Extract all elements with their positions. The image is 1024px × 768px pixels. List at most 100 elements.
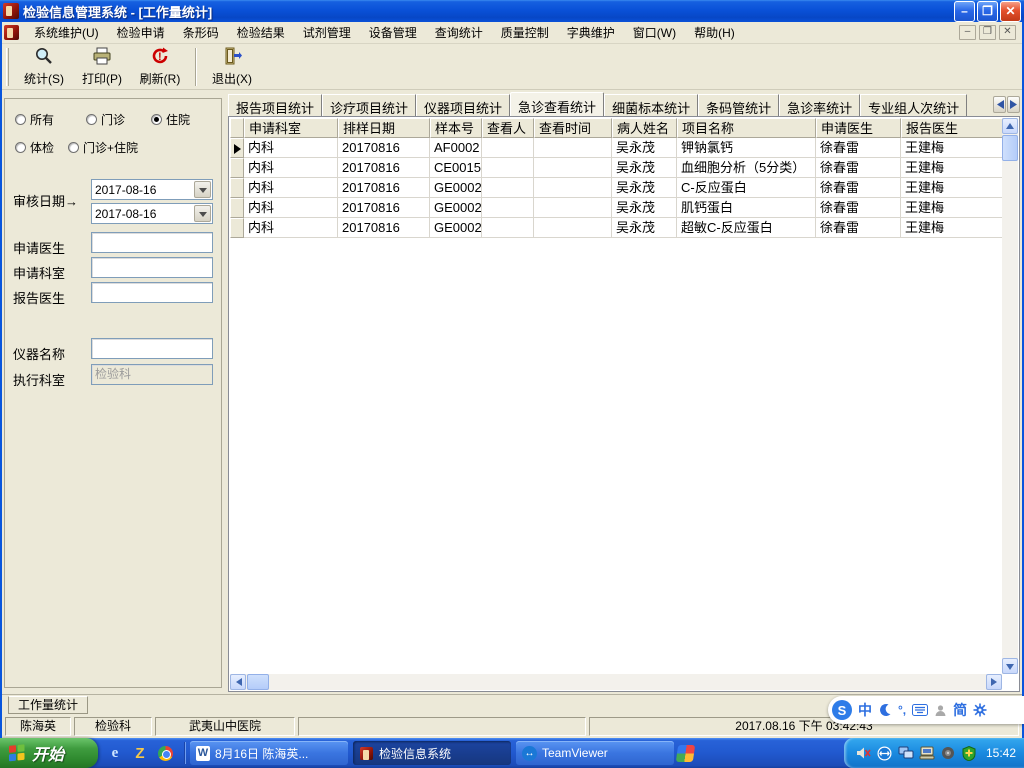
toolbar-separator: [195, 47, 197, 86]
horizontal-scrollbar[interactable]: [230, 674, 1002, 690]
table-row[interactable]: 内科 20170816 GE0002 吴永茂 超敏C-反应蛋白 徐春雷 王建梅: [230, 218, 1006, 238]
table-row[interactable]: 内科 20170816 AF0002 吴永茂 钾钠氯钙 徐春雷 王建梅: [230, 138, 1006, 158]
toolbar-grip[interactable]: [6, 47, 9, 86]
mdi-minimize-button[interactable]: –: [959, 25, 976, 40]
column-header-0[interactable]: 申请科室: [244, 118, 338, 138]
vertical-scrollbar[interactable]: [1002, 118, 1018, 674]
windows-logo-icon: [9, 744, 25, 762]
scroll-left-icon[interactable]: [230, 674, 246, 690]
statistics-button[interactable]: 统计(S): [15, 46, 73, 88]
menu-item-4[interactable]: 试剂管理: [294, 22, 360, 43]
menu-item-1[interactable]: 检验申请: [108, 22, 174, 43]
sogou-input-icon[interactable]: [675, 744, 696, 762]
column-header-3[interactable]: 查看人: [482, 118, 534, 138]
exit-button[interactable]: 退出(X): [203, 46, 261, 88]
radio-circle-icon: [86, 114, 98, 125]
print-button[interactable]: 打印(P): [73, 46, 131, 88]
column-header-7[interactable]: 申请医生: [816, 118, 901, 138]
start-button[interactable]: 开始: [0, 738, 98, 768]
tab-2[interactable]: 仪器项目统计: [416, 94, 511, 116]
internet-explorer-icon[interactable]: e: [106, 744, 124, 762]
soft-keyboard-icon[interactable]: [912, 704, 929, 716]
tab-6[interactable]: 急诊率统计: [779, 94, 861, 116]
teamviewer-tray-icon[interactable]: [877, 745, 893, 761]
ime-punctuation-toggle[interactable]: °,: [898, 704, 906, 716]
tab-scroll-right-button[interactable]: [1007, 96, 1020, 113]
request-dept-input[interactable]: [91, 257, 213, 278]
ime-lang-toggle[interactable]: 中: [858, 703, 872, 717]
restore-button[interactable]: ❐: [977, 0, 998, 22]
scroll-right-icon[interactable]: [986, 674, 1002, 690]
column-header-1[interactable]: 排样日期: [338, 118, 430, 138]
request-doctor-input[interactable]: [91, 232, 213, 253]
table-row[interactable]: 内科 20170816 GE0002 吴永茂 C-反应蛋白 徐春雷 王建梅: [230, 178, 1006, 198]
moon-icon[interactable]: [878, 703, 892, 717]
antivirus-shield-icon[interactable]: [961, 745, 977, 761]
dock-tab-workload[interactable]: 工作量统计: [8, 696, 88, 714]
gear-icon[interactable]: [973, 703, 987, 717]
mdi-close-button[interactable]: ✕: [999, 25, 1016, 40]
table-cell: GE0002: [430, 178, 482, 198]
scroll-up-icon[interactable]: [1002, 118, 1018, 134]
chevron-down-icon[interactable]: [194, 205, 211, 222]
menu-item-6[interactable]: 查询统计: [426, 22, 492, 43]
refresh-button[interactable]: ! 刷新(R): [131, 46, 189, 88]
audit-date-from-combo[interactable]: 2017-08-16: [91, 179, 213, 200]
task-button-word-doc[interactable]: W 8月16日 陈海英...: [190, 741, 348, 765]
menu-item-8[interactable]: 字典维护: [558, 22, 624, 43]
menu-item-9[interactable]: 窗口(W): [624, 22, 685, 43]
column-header-5[interactable]: 病人姓名: [612, 118, 677, 138]
network-icon[interactable]: [898, 745, 914, 761]
scroll-down-icon[interactable]: [1002, 658, 1018, 674]
report-doctor-input[interactable]: [91, 282, 213, 303]
column-header-8[interactable]: 报告医生: [901, 118, 1006, 138]
table-row[interactable]: 内科 20170816 GE0002 吴永茂 肌钙蛋白 徐春雷 王建梅: [230, 198, 1006, 218]
close-button[interactable]: ✕: [1000, 0, 1021, 22]
audit-date-to-combo[interactable]: 2017-08-16: [91, 203, 213, 224]
table-cell: [482, 178, 534, 198]
tab-scroll-left-button[interactable]: [993, 96, 1006, 113]
chrome-icon[interactable]: [156, 744, 174, 762]
remote-desktop-icon[interactable]: [919, 745, 935, 761]
minimize-button[interactable]: –: [954, 0, 975, 22]
table-cell: 20170816: [338, 138, 430, 158]
radio-option-1[interactable]: 门诊: [86, 111, 125, 128]
tab-4[interactable]: 细菌标本统计: [604, 94, 699, 116]
menu-item-7[interactable]: 质量控制: [492, 22, 558, 43]
request-doctor-label: 申请医生: [13, 241, 66, 256]
ime-logo-icon[interactable]: S: [832, 700, 852, 720]
radio-option-0[interactable]: 所有: [15, 111, 54, 128]
menu-item-3[interactable]: 检验结果: [228, 22, 294, 43]
column-header-4[interactable]: 查看时间: [534, 118, 612, 138]
table-cell: 血细胞分析（5分类）: [677, 158, 816, 178]
table-row[interactable]: 内科 20170816 CE0015 吴永茂 血细胞分析（5分类） 徐春雷 王建梅: [230, 158, 1006, 178]
vertical-scroll-thumb[interactable]: [1002, 135, 1018, 161]
tab-5[interactable]: 条码管统计: [698, 94, 780, 116]
radio-option-4[interactable]: 门诊+住院: [68, 139, 138, 156]
column-header-2[interactable]: 样本号: [430, 118, 482, 138]
tab-7[interactable]: 专业组人次统计: [860, 94, 968, 116]
quick-launch-z-icon[interactable]: Z: [131, 744, 149, 762]
menu-item-0[interactable]: 系统维护(U): [25, 22, 108, 43]
tab-3[interactable]: 急诊查看统计: [510, 92, 605, 116]
instrument-name-input[interactable]: [91, 338, 213, 359]
chevron-down-icon[interactable]: [194, 181, 211, 198]
tab-1[interactable]: 诊疗项目统计: [322, 94, 417, 116]
window-title: 检验信息管理系统 - [工作量统计]: [23, 4, 213, 20]
tab-0[interactable]: 报告项目统计: [228, 94, 323, 116]
menu-item-5[interactable]: 设备管理: [360, 22, 426, 43]
speaker-device-icon[interactable]: [940, 745, 956, 761]
ime-simplified-toggle[interactable]: 简: [953, 703, 967, 717]
task-button-teamviewer[interactable]: ↔ TeamViewer: [516, 741, 674, 765]
radio-option-3[interactable]: 体检: [15, 139, 54, 156]
menu-item-10[interactable]: 帮助(H): [685, 22, 744, 43]
column-header-6[interactable]: 项目名称: [677, 118, 816, 138]
menu-item-2[interactable]: 条形码: [174, 22, 228, 43]
table-cell: [482, 218, 534, 238]
user-profile-icon[interactable]: [934, 704, 947, 717]
horizontal-scroll-thumb[interactable]: [247, 674, 269, 690]
volume-muted-icon[interactable]: [856, 745, 872, 761]
task-button-lis[interactable]: 检验信息系统: [353, 741, 511, 765]
mdi-restore-button[interactable]: ❐: [979, 25, 996, 40]
table-cell: [534, 158, 612, 178]
